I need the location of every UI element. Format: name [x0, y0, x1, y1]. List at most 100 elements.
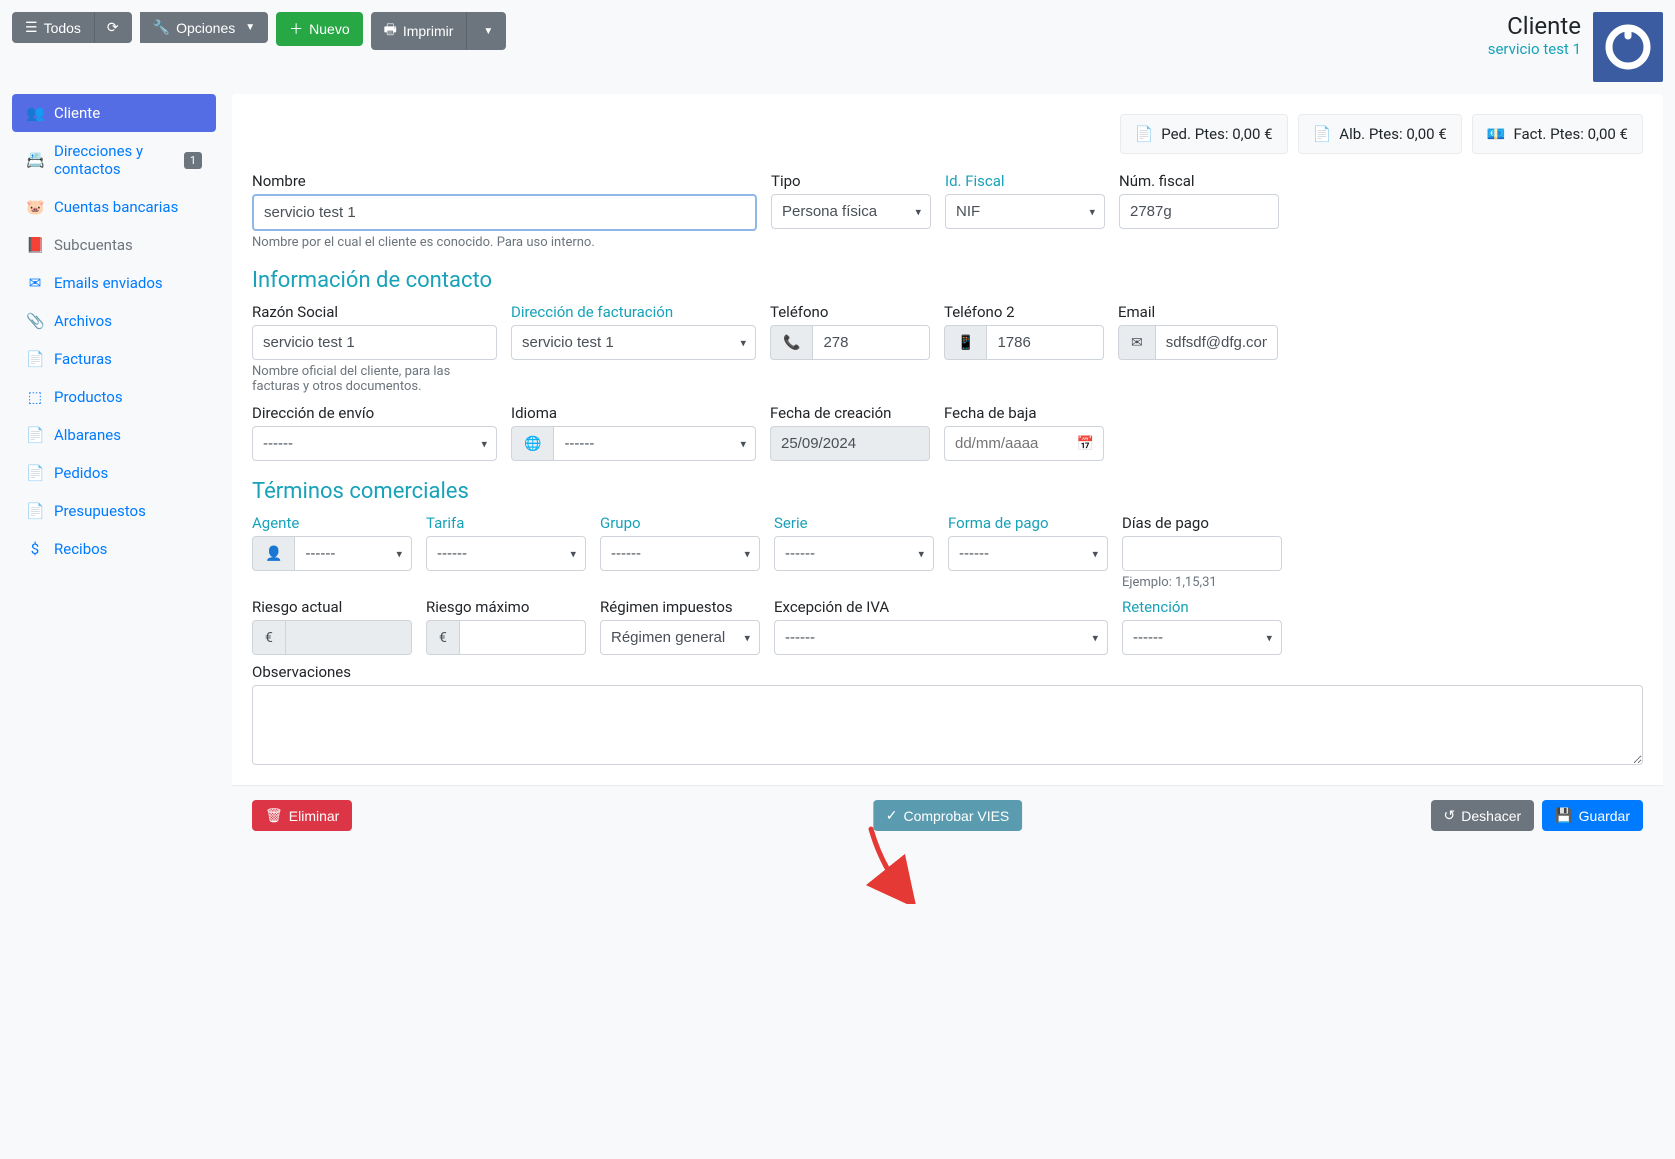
opciones-button[interactable]: 🔧 Opciones ▼ — [140, 12, 269, 43]
sidebar-item-label: Archivos — [54, 312, 112, 330]
idfiscal-select[interactable] — [945, 194, 1105, 229]
razon-input[interactable] — [252, 325, 497, 360]
diaspago-label: Días de pago — [1122, 514, 1282, 532]
status-fact[interactable]: 💶 Fact. Ptes: 0,00 € — [1472, 114, 1643, 154]
phone-icon: 📞 — [770, 325, 812, 360]
agente-label[interactable]: Agente — [252, 514, 412, 532]
sidebar-item-label: Presupuestos — [54, 502, 146, 520]
user-icon: 👤 — [252, 536, 294, 571]
guardar-button[interactable]: 💾 Guardar — [1542, 800, 1643, 831]
section-terminos: Términos comerciales — [252, 479, 1643, 504]
sidebar-item-subcuentas[interactable]: 📕 Subcuentas — [12, 226, 216, 264]
sidebar-item-label: Direcciones y contactos — [54, 142, 174, 178]
obs-textarea[interactable] — [252, 685, 1643, 765]
sidebar-item-albaranes[interactable]: 📄 Albaranes — [12, 416, 216, 454]
grupo-label[interactable]: Grupo — [600, 514, 760, 532]
serie-label[interactable]: Serie — [774, 514, 934, 532]
copy-icon: 📄 — [26, 464, 44, 482]
imprimir-button[interactable]: 🖶 Imprimir — [371, 12, 467, 50]
refresh-button[interactable]: ⟳ — [94, 12, 132, 43]
sidebar: 👥 Cliente 📇 Direcciones y contactos 1 🐷 … — [12, 94, 216, 845]
clip-icon: 📎 — [26, 312, 44, 330]
status-alb[interactable]: 📄 Alb. Ptes: 0,00 € — [1298, 114, 1462, 154]
trash-icon: 🗑 — [265, 807, 283, 824]
avatar-icon — [1603, 22, 1653, 72]
email-label: Email — [1118, 303, 1278, 321]
status-ped[interactable]: 📄 Ped. Ptes: 0,00 € — [1120, 114, 1288, 154]
list-icon: ☰ — [25, 19, 38, 36]
tipo-select[interactable] — [771, 194, 931, 229]
nombre-input[interactable] — [252, 194, 757, 231]
tel-input[interactable] — [812, 325, 930, 360]
mobile-icon: 📱 — [944, 325, 986, 360]
vies-button[interactable]: ✓ Comprobar VIES — [873, 800, 1023, 831]
sidebar-item-label: Cuentas bancarias — [54, 198, 178, 216]
copy-icon: 📄 — [1135, 125, 1154, 143]
sidebar-item-direcciones[interactable]: 📇 Direcciones y contactos 1 — [12, 132, 216, 188]
sidebar-item-facturas[interactable]: 📄 Facturas — [12, 340, 216, 378]
dollar-icon: $ — [26, 540, 44, 558]
subtitle-link[interactable]: servicio test 1 — [1488, 40, 1581, 58]
fbaja-label: Fecha de baja — [944, 404, 1104, 422]
sidebar-item-productos[interactable]: ⬚ Productos — [12, 378, 216, 416]
badge: 1 — [184, 152, 202, 169]
riesgomax-input[interactable] — [459, 620, 586, 655]
fcreacion-input — [770, 426, 930, 461]
agente-select[interactable] — [294, 536, 412, 571]
sidebar-item-recibos[interactable]: $ Recibos — [12, 530, 216, 568]
undo-icon: ↺ — [1444, 807, 1456, 824]
sidebar-item-cuentas[interactable]: 🐷 Cuentas bancarias — [12, 188, 216, 226]
todos-button[interactable]: ☰ Todos — [12, 12, 94, 43]
deshacer-button[interactable]: ↺ Deshacer — [1431, 800, 1535, 831]
idioma-select[interactable] — [553, 426, 756, 461]
check-icon: ✓ — [886, 807, 898, 824]
sidebar-item-pedidos[interactable]: 📄 Pedidos — [12, 454, 216, 492]
avatar — [1593, 12, 1663, 82]
copy-icon: 📄 — [26, 350, 44, 368]
page-title: Cliente — [1488, 12, 1581, 40]
sidebar-item-label: Albaranes — [54, 426, 121, 444]
fpago-select[interactable] — [948, 536, 1108, 571]
guardar-label: Guardar — [1579, 808, 1630, 824]
eliminar-label: Eliminar — [289, 808, 340, 824]
envio-select[interactable] — [252, 426, 497, 461]
idioma-label: Idioma — [511, 404, 756, 422]
retencion-label[interactable]: Retención — [1122, 598, 1282, 616]
fpago-label[interactable]: Forma de pago — [948, 514, 1108, 532]
excepcion-select[interactable] — [774, 620, 1108, 655]
email-input[interactable] — [1155, 325, 1278, 360]
euro-icon: € — [252, 620, 285, 655]
regimen-select[interactable] — [600, 620, 760, 655]
fcreacion-label: Fecha de creación — [770, 404, 930, 422]
tel2-label: Teléfono 2 — [944, 303, 1104, 321]
sidebar-item-emails[interactable]: ✉ Emails enviados — [12, 264, 216, 302]
calendar-icon: 📅 — [1077, 436, 1094, 452]
sidebar-item-label: Pedidos — [54, 464, 108, 482]
sidebar-item-cliente[interactable]: 👥 Cliente — [12, 94, 216, 132]
caret-down-icon: ▼ — [245, 22, 255, 33]
vies-label: Comprobar VIES — [903, 808, 1009, 824]
imprimir-dropdown[interactable]: ▼ — [466, 12, 506, 50]
sidebar-item-archivos[interactable]: 📎 Archivos — [12, 302, 216, 340]
dir-select[interactable] — [511, 325, 756, 360]
retencion-select[interactable] — [1122, 620, 1282, 655]
address-icon: 📇 — [26, 151, 44, 169]
tipo-label: Tipo — [771, 172, 931, 190]
mail-icon: ✉ — [26, 274, 44, 292]
serie-select[interactable] — [774, 536, 934, 571]
tel2-input[interactable] — [986, 325, 1104, 360]
sidebar-item-label: Facturas — [54, 350, 112, 368]
idfiscal-label[interactable]: Id. Fiscal — [945, 172, 1105, 190]
grupo-select[interactable] — [600, 536, 760, 571]
tarifa-select[interactable] — [426, 536, 586, 571]
diaspago-input[interactable] — [1122, 536, 1282, 571]
numfiscal-input[interactable] — [1119, 194, 1279, 229]
eliminar-button[interactable]: 🗑 Eliminar — [252, 800, 352, 831]
dir-label[interactable]: Dirección de facturación — [511, 303, 756, 321]
lang-icon: 🌐 — [511, 426, 553, 461]
sidebar-item-presupuestos[interactable]: 📄 Presupuestos — [12, 492, 216, 530]
nuevo-button[interactable]: ＋ Nuevo — [276, 12, 362, 46]
section-contacto: Información de contacto — [252, 268, 1643, 293]
tarifa-label[interactable]: Tarifa — [426, 514, 586, 532]
riesgo-input — [285, 620, 412, 655]
